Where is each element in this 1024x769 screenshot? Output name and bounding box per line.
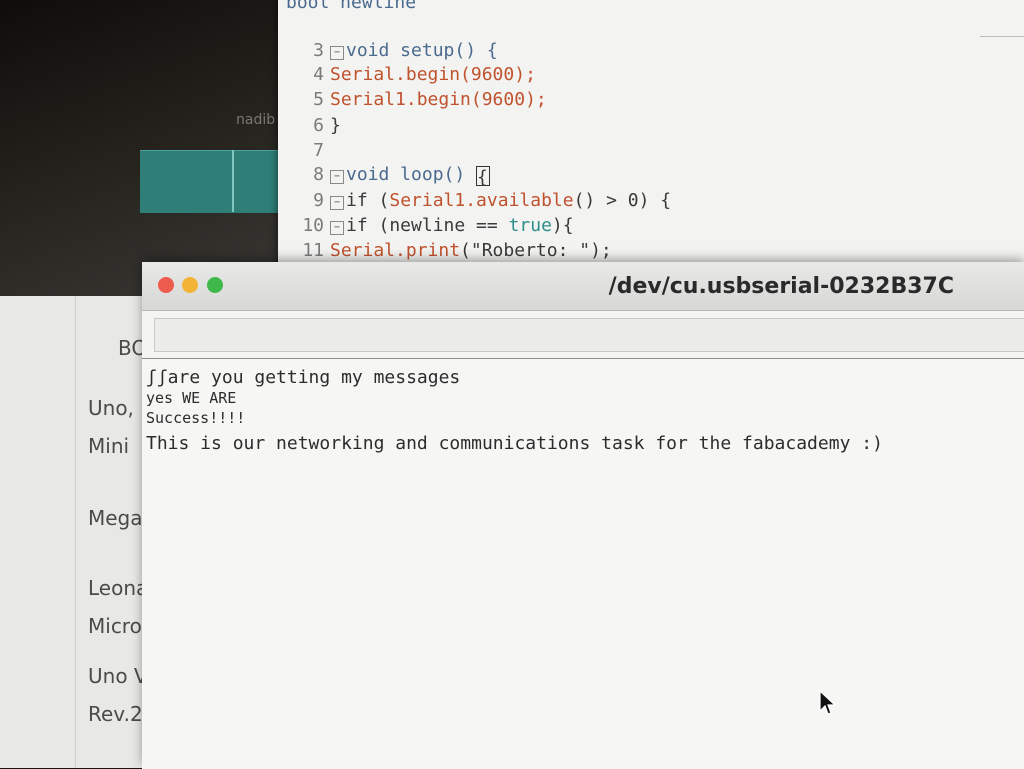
line-number: 5 (313, 89, 324, 110)
code-line: 10− if (newline == true){ (286, 215, 574, 236)
code-line: 11 Serial.print("Roberto: "); (286, 240, 612, 261)
board-item[interactable]: Uno V (88, 664, 148, 688)
line-number: 9 (313, 190, 324, 211)
code-token: ("Roberto: "); (460, 240, 612, 261)
line-number: 8 (313, 164, 324, 185)
code-line: 9− if (Serial1.available() > 0) { (286, 190, 671, 211)
serial-monitor-window[interactable]: /dev/cu.usbserial-0232B37C ʃʃare you get… (142, 262, 1024, 769)
code-line: 7 (286, 140, 330, 161)
board-item[interactable]: Mini (88, 434, 129, 458)
code-line-partial: bool newline (286, 0, 417, 13)
output-line: Success!!!! (146, 409, 246, 427)
background-label: nadib (236, 112, 276, 128)
code-token: if ( (346, 190, 390, 211)
fold-toggle-icon[interactable]: − (330, 46, 344, 60)
code-editor[interactable]: bool newline 3− void setup() {4 Serial.beg… (278, 0, 1024, 300)
minimize-button[interactable] (182, 277, 198, 293)
line-number: 4 (313, 64, 324, 85)
panel-divider (75, 296, 76, 768)
board-item[interactable]: Mega (88, 506, 143, 530)
editor-divider (980, 36, 1024, 37)
code-token: ){ (551, 215, 574, 236)
background-divider (232, 150, 234, 212)
code-token: Serial1.begin(9600); (330, 89, 547, 110)
board-item[interactable]: Uno, (88, 396, 134, 420)
line-number: 3 (313, 40, 324, 61)
code-token: true (508, 215, 552, 236)
output-line: ʃʃare you getting my messages (146, 367, 461, 388)
code-token: } (330, 115, 341, 136)
board-item[interactable]: Rev.2 (88, 702, 143, 726)
code-token: if (newline == (346, 215, 509, 236)
code-token: void loop() (346, 164, 477, 185)
fold-toggle-icon[interactable]: − (330, 221, 344, 235)
line-number: 11 (302, 240, 324, 261)
code-line: 8− void loop() { (286, 164, 491, 188)
maximize-button[interactable] (207, 277, 223, 293)
code-line: 6} (286, 115, 341, 136)
board-item[interactable]: Micro (88, 614, 142, 638)
code-token: Serial1.available (389, 190, 574, 211)
window-title: /dev/cu.usbserial-0232B37C (608, 274, 954, 299)
code-token: void setup() { (346, 40, 498, 61)
serial-send-input[interactable] (154, 318, 1024, 352)
line-number: 6 (313, 115, 324, 136)
code-line: 4 Serial.begin(9600); (286, 64, 536, 85)
line-number: 10 (302, 215, 324, 236)
serial-output[interactable]: ʃʃare you getting my messages yes WE ARE… (142, 358, 1024, 769)
code-token: Serial.print (330, 240, 461, 261)
code-token: Serial.begin(9600); (330, 64, 536, 85)
fold-toggle-icon[interactable]: − (330, 170, 344, 184)
line-number: 7 (313, 140, 324, 161)
close-button[interactable] (158, 277, 174, 293)
background-window-strip (140, 150, 280, 213)
fold-toggle-icon[interactable]: − (330, 196, 344, 210)
code-line: 3− void setup() { (286, 40, 498, 61)
output-line: yes WE ARE (146, 389, 237, 407)
code-line: 5 Serial1.begin(9600); (286, 89, 547, 110)
mouse-pointer-icon (819, 689, 837, 715)
bracket-match-highlight: { (476, 166, 491, 188)
output-line: This is our networking and communication… (146, 433, 883, 454)
window-titlebar[interactable]: /dev/cu.usbserial-0232B37C (142, 262, 1024, 311)
board-item[interactable]: Leona (88, 576, 148, 600)
code-token: () > 0) { (573, 190, 672, 211)
